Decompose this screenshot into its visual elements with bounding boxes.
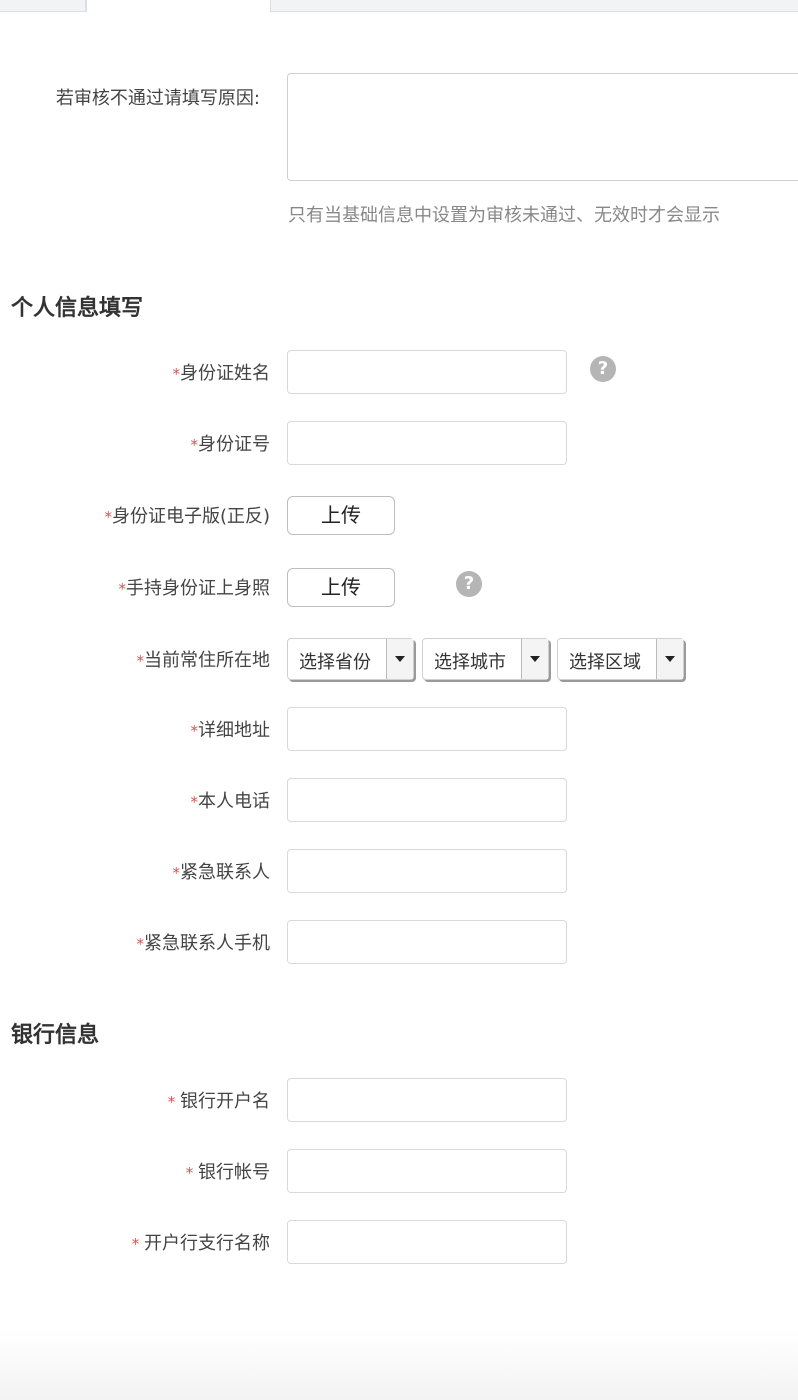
required-mark: * — [136, 935, 145, 953]
tab-previous[interactable] — [0, 0, 86, 12]
tab-strip — [0, 0, 798, 13]
province-select[interactable]: 选择省份 — [287, 638, 414, 680]
address-input[interactable] — [287, 707, 567, 751]
emergency-phone-label: *紧急联系人手机 — [137, 929, 271, 955]
bank-branch-label-text: 开户行支行名称 — [144, 1233, 270, 1254]
address-label-text: 详细地址 — [198, 720, 270, 741]
residence-label-text: 当前常住所在地 — [144, 650, 270, 671]
required-mark: * — [136, 652, 145, 670]
city-select[interactable]: 选择城市 — [422, 638, 549, 680]
emergency-phone-input[interactable] — [287, 920, 567, 964]
bank-account-number-label-text: 银行帐号 — [198, 1162, 270, 1183]
phone-input[interactable] — [287, 778, 567, 822]
tab-active[interactable] — [86, 0, 271, 13]
required-mark: * — [172, 365, 181, 383]
reject-reason-hint: 只有当基础信息中设置为审核未通过、无效时才会显示 — [288, 205, 720, 226]
phone-label-text: 本人电话 — [198, 791, 270, 812]
id-holding-help-icon[interactable]: ? — [456, 571, 482, 597]
id-name-input[interactable] — [287, 350, 567, 394]
emergency-phone-label-text: 紧急联系人手机 — [144, 933, 270, 954]
bank-account-name-input[interactable] — [287, 1078, 567, 1122]
bank-account-name-label: * 银行开户名 — [168, 1087, 270, 1113]
bank-account-name-label-text: 银行开户名 — [180, 1091, 270, 1112]
personal-info-heading: 个人信息填写 — [11, 296, 144, 321]
required-mark: * — [118, 580, 127, 598]
bank-account-number-label: * 银行帐号 — [186, 1158, 270, 1184]
bottom-shadow — [0, 1330, 798, 1400]
id-scan-label: *身份证电子版(正反) — [104, 502, 270, 528]
emergency-contact-label-text: 紧急联系人 — [180, 862, 270, 883]
id-holding-upload-button[interactable]: 上传 — [287, 568, 395, 607]
phone-label: *本人电话 — [191, 787, 271, 813]
bank-branch-input[interactable] — [287, 1220, 567, 1264]
district-select-value: 选择区域 — [569, 652, 641, 673]
residence-label: *当前常住所在地 — [137, 646, 271, 672]
id-number-label: *身份证号 — [191, 430, 271, 456]
province-select-value: 选择省份 — [299, 652, 371, 673]
district-select[interactable]: 选择区域 — [557, 638, 684, 680]
bank-info-heading: 银行信息 — [11, 1023, 100, 1048]
required-mark: * — [104, 508, 112, 526]
required-mark: * — [190, 793, 199, 811]
chevron-down-icon[interactable] — [521, 639, 548, 679]
required-mark: * — [131, 1235, 144, 1253]
reject-reason-label: 若审核不通过请填写原因: — [55, 88, 260, 109]
emergency-contact-label: *紧急联系人 — [173, 858, 271, 884]
id-number-input[interactable] — [287, 421, 567, 465]
required-mark: * — [190, 436, 199, 454]
city-select-value: 选择城市 — [434, 652, 506, 673]
chevron-down-icon[interactable] — [656, 639, 683, 679]
bank-branch-label: * 开户行支行名称 — [132, 1229, 270, 1255]
chevron-down-icon[interactable] — [386, 639, 413, 679]
id-name-help-icon[interactable]: ? — [590, 356, 616, 382]
emergency-contact-input[interactable] — [287, 849, 567, 893]
id-scan-label-text: 身份证电子版(正反) — [111, 506, 270, 527]
address-label: *详细地址 — [191, 716, 271, 742]
required-mark: * — [185, 1164, 198, 1182]
id-name-label: *身份证姓名 — [173, 359, 271, 385]
id-holding-label-text: 手持身份证上身照 — [126, 578, 270, 599]
id-holding-label: *手持身份证上身照 — [119, 574, 271, 600]
id-number-label-text: 身份证号 — [198, 434, 270, 455]
id-name-label-text: 身份证姓名 — [180, 363, 270, 384]
required-mark: * — [172, 864, 181, 882]
required-mark: * — [167, 1093, 180, 1111]
bank-account-number-input[interactable] — [287, 1149, 567, 1193]
required-mark: * — [190, 722, 199, 740]
id-scan-upload-button[interactable]: 上传 — [287, 496, 395, 535]
reject-reason-textarea[interactable] — [287, 73, 798, 181]
